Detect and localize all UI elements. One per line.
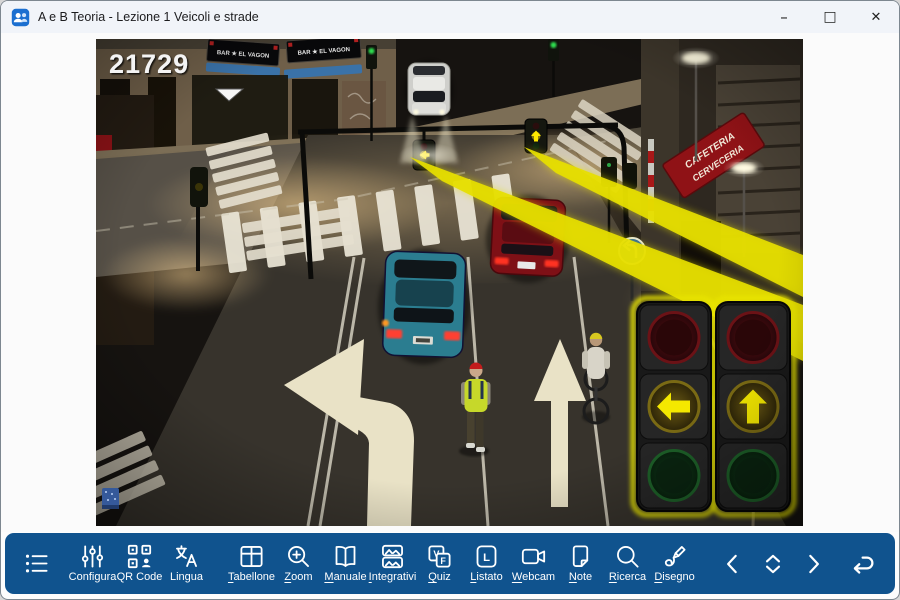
- toolbar-label-configura: Configura: [69, 571, 117, 584]
- toolbar-label-manuale: Manuale: [324, 571, 366, 584]
- toolbar-button-configura[interactable]: Configura: [69, 543, 116, 584]
- vignette: [96, 39, 803, 526]
- toolbar-button-note[interactable]: Note: [557, 543, 604, 584]
- note-icon: [567, 543, 594, 570]
- toolbar-label-integrativi: Integrativi: [369, 571, 417, 584]
- nav-expand-button[interactable]: [753, 551, 793, 577]
- chevrons-up-down-icon: [760, 551, 786, 577]
- nav-return-button[interactable]: [839, 549, 885, 579]
- lesson-code: 21729: [109, 49, 189, 79]
- toolbar-button-tabellone[interactable]: Tabellone: [228, 543, 275, 584]
- toolbar-label-ricerca: Ricerca: [609, 571, 646, 584]
- toolbar-label-quiz: Quiz: [428, 571, 451, 584]
- minimize-button[interactable]: –: [761, 1, 807, 33]
- svg-text:F: F: [440, 556, 446, 566]
- zoom-in-icon: [285, 543, 312, 570]
- app-icon: [11, 8, 30, 27]
- toolbar-menu-button[interactable]: [15, 550, 57, 577]
- toolbar: ConfiguraQR Code Lingua Tabellone Zoom Manua…: [5, 533, 895, 594]
- book-icon: [332, 543, 359, 570]
- sliders-icon: [79, 543, 106, 570]
- toolbar-button-webcam[interactable]: Webcam: [510, 543, 557, 584]
- return-arrow-icon: [847, 549, 877, 579]
- toolbar-button-listato[interactable]: L Listato: [463, 543, 510, 584]
- window-title: A e B Teoria - Lezione 1 Veicoli e strad…: [38, 10, 259, 24]
- translate-icon: [173, 543, 200, 570]
- webcam-icon: [520, 543, 547, 570]
- pen-icon: [661, 543, 688, 570]
- toolbar-button-quiz[interactable]: VFQuiz: [416, 543, 463, 584]
- toolbar-label-qrcode: QR Code: [117, 571, 163, 584]
- nav-next-button[interactable]: [793, 551, 833, 577]
- toolbar-label-note: Note: [569, 571, 592, 584]
- listato-l-icon: L: [473, 543, 500, 570]
- grid-icon: [238, 543, 265, 570]
- toolbar-button-zoom[interactable]: Zoom: [275, 543, 322, 584]
- toolbar-label-lingua: Lingua: [170, 571, 203, 584]
- close-button[interactable]: ✕: [853, 1, 899, 33]
- toolbar-button-manuale[interactable]: Manuale: [322, 543, 369, 584]
- toolbar-label-listato: Listato: [470, 571, 502, 584]
- svg-text:L: L: [483, 552, 490, 564]
- toolbar-button-qrcode[interactable]: QR Code: [116, 543, 163, 584]
- titlebar: A e B Teoria - Lezione 1 Veicoli e strad…: [1, 1, 899, 33]
- toolbar-button-lingua[interactable]: Lingua: [163, 543, 210, 584]
- nav-previous-button[interactable]: [713, 551, 753, 577]
- toolbar-label-tabellone: Tabellone: [228, 571, 275, 584]
- quiz-vf-icon: VF: [426, 543, 453, 570]
- toolbar-button-disegno[interactable]: Disegno: [651, 543, 698, 584]
- images-icon: [379, 543, 406, 570]
- app-window: A e B Teoria - Lezione 1 Veicoli e strad…: [0, 0, 900, 600]
- toolbar-button-integrativi[interactable]: Integrativi: [369, 543, 416, 584]
- lesson-illustration[interactable]: BAR ★ EL VAGON BAR ★ EL VAGON: [96, 39, 803, 526]
- maximize-button[interactable]: □: [807, 1, 853, 33]
- content-area: BAR ★ EL VAGON BAR ★ EL VAGON: [1, 33, 899, 532]
- toolbar-label-webcam: Webcam: [512, 571, 555, 584]
- watermark-icon: [102, 488, 119, 509]
- list-menu-icon: [23, 550, 50, 577]
- search-icon: [614, 543, 641, 570]
- qr-icon: [126, 543, 153, 570]
- chevron-left-icon: [720, 551, 746, 577]
- toolbar-label-disegno: Disegno: [654, 571, 694, 584]
- window-controls: – □ ✕: [761, 1, 899, 33]
- toolbar-button-ricerca[interactable]: Ricerca: [604, 543, 651, 584]
- toolbar-label-zoom: Zoom: [284, 571, 312, 584]
- chevron-right-icon: [800, 551, 826, 577]
